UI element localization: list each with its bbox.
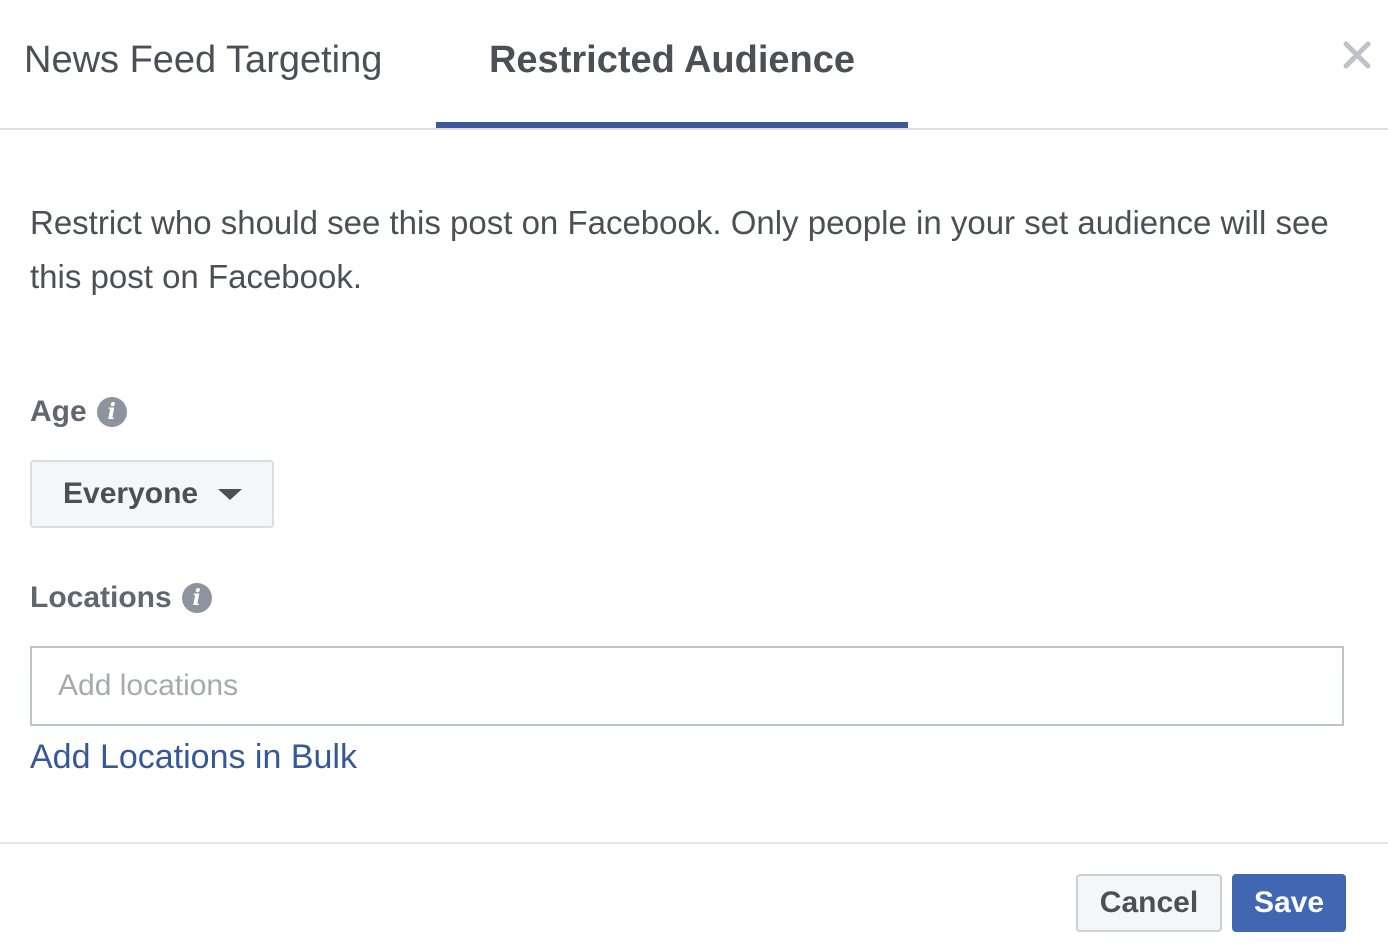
info-icon[interactable]: i: [96, 397, 127, 427]
save-button[interactable]: Save: [1232, 874, 1346, 932]
age-dropdown[interactable]: Everyone: [30, 460, 274, 528]
tab-restricted-audience[interactable]: Restricted Audience: [436, 0, 908, 128]
info-icon[interactable]: i: [181, 583, 212, 613]
info-glyph: i: [192, 585, 201, 611]
close-button[interactable]: [1340, 38, 1374, 72]
locations-label: Locations: [30, 581, 172, 614]
locations-label-row: Locations i: [30, 578, 212, 618]
age-label: Age: [30, 395, 87, 428]
caret-down-icon: [218, 488, 243, 500]
info-glyph: i: [107, 399, 116, 425]
cancel-button[interactable]: Cancel: [1076, 874, 1222, 932]
locations-input[interactable]: [30, 646, 1344, 726]
description-text: Restrict who should see this post on Fac…: [30, 204, 1329, 295]
age-label-row: Age i: [30, 392, 127, 432]
dialog-header: News Feed Targeting Restricted Audience: [0, 0, 1388, 130]
active-tab-indicator: [436, 122, 908, 128]
add-locations-bulk-link[interactable]: Add Locations in Bulk: [30, 738, 357, 777]
tab-news-feed-targeting[interactable]: News Feed Targeting: [24, 0, 382, 128]
age-selected-value: Everyone: [63, 477, 199, 510]
close-icon: [1343, 41, 1371, 69]
